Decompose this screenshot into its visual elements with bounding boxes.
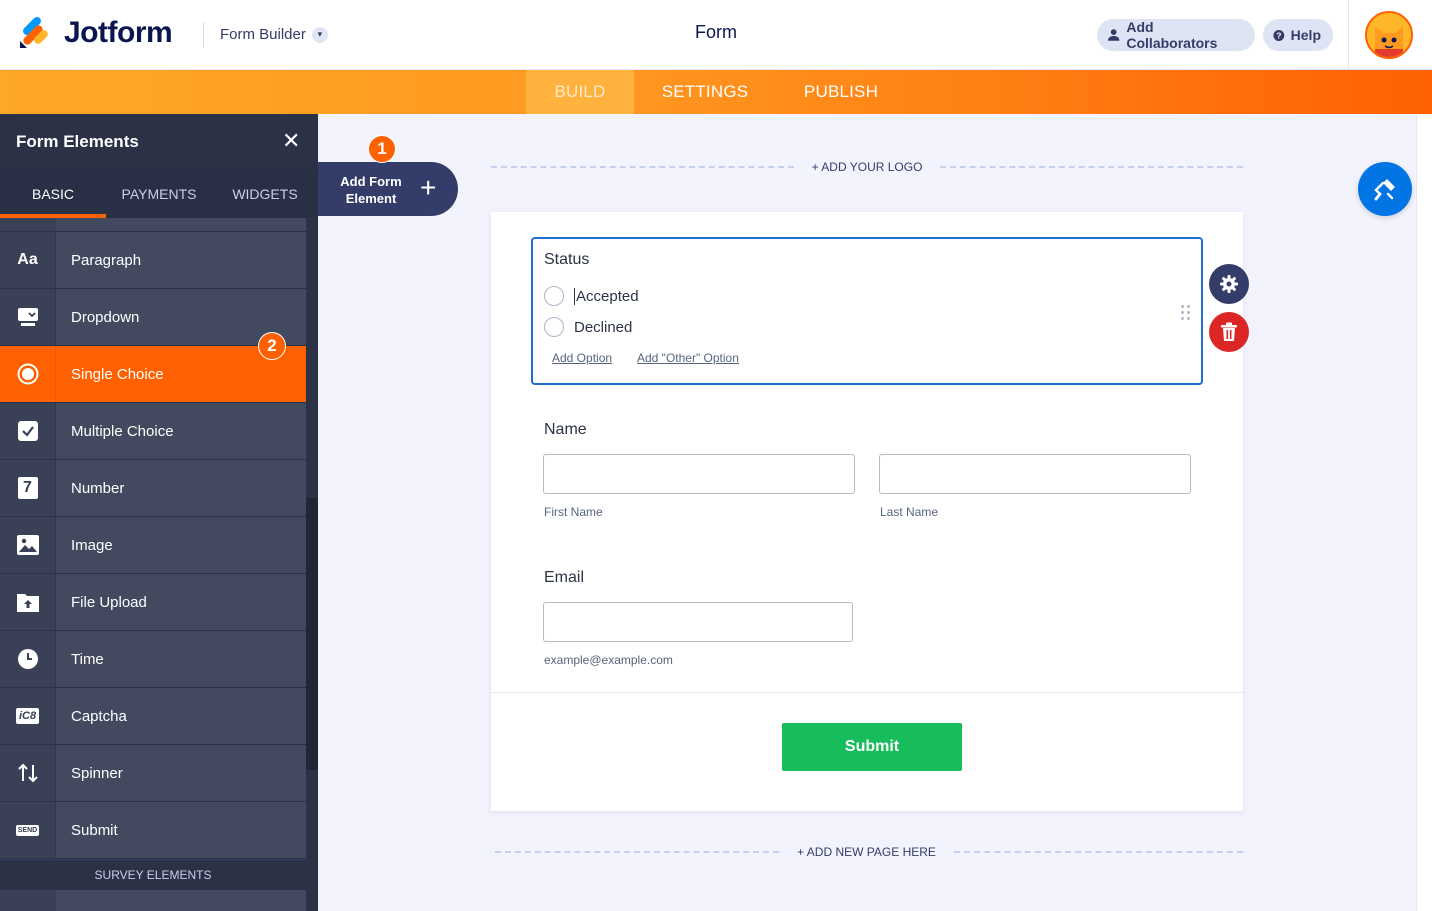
tab-settings[interactable]: SETTINGS — [642, 70, 768, 114]
add-page-row[interactable]: + ADD NEW PAGE HERE — [495, 845, 1243, 859]
tab-widgets[interactable]: WIDGETS — [212, 170, 318, 218]
clock-icon — [0, 631, 56, 687]
spinner-icon — [0, 745, 56, 801]
dropdown-icon — [0, 289, 56, 345]
single-choice-icon — [0, 346, 56, 402]
sidebar-item-number[interactable]: 7 Number — [0, 460, 306, 517]
sidebar-item-label: Captcha — [71, 707, 127, 725]
sidebar-item-submit[interactable]: SEND Submit — [0, 802, 306, 859]
last-name-input[interactable] — [879, 454, 1191, 494]
add-logo-row[interactable]: + ADD YOUR LOGO — [491, 160, 1243, 174]
status-field-selected[interactable]: Status Accepted Declined Add Option Add … — [531, 237, 1203, 385]
file-upload-icon — [0, 574, 56, 630]
step-badge-2: 2 — [258, 332, 286, 360]
radio-option-declined[interactable]: Declined — [544, 317, 632, 337]
top-header: Jotform Form Builder ▾ Form Add Collabor… — [0, 0, 1432, 70]
sidebar-item-multiple-choice[interactable]: Multiple Choice — [0, 403, 306, 460]
radio-button[interactable] — [544, 317, 564, 337]
image-icon — [0, 517, 56, 573]
add-form-element-label: Add Form Element — [340, 174, 402, 206]
panel-title: Form Elements — [16, 132, 139, 151]
scrollbar-thumb[interactable] — [306, 498, 318, 770]
paint-roller-icon — [1374, 179, 1395, 201]
add-page-link[interactable]: + ADD NEW PAGE HERE — [779, 845, 954, 859]
sidebar-item-label: Submit — [71, 821, 118, 839]
first-name-sublabel: First Name — [544, 505, 603, 519]
add-other-option-link[interactable]: Add "Other" Option — [637, 351, 739, 365]
last-name-sublabel: Last Name — [880, 505, 939, 519]
help-button[interactable]: ? Help — [1263, 19, 1333, 51]
sidebar-item-label: Time — [71, 650, 104, 668]
list-item-partial — [0, 890, 306, 911]
radio-option-accepted[interactable]: Accepted — [544, 286, 639, 306]
question-icon: ? — [1273, 29, 1285, 41]
tab-basic[interactable]: BASIC — [0, 170, 106, 218]
close-icon[interactable]: ✕ — [282, 130, 300, 152]
tab-publish[interactable]: PUBLISH — [786, 70, 896, 114]
sidebar-item-spinner[interactable]: Spinner — [0, 745, 306, 802]
sidebar-item-label: Image — [71, 536, 113, 554]
survey-elements-heading: SURVEY ELEMENTS — [0, 860, 306, 890]
sidebar-item-label: File Upload — [71, 593, 147, 611]
tab-payments[interactable]: PAYMENTS — [106, 170, 212, 218]
form-elements-panel: Form Elements ✕ BASIC PAYMENTS WIDGETS A… — [0, 114, 318, 911]
add-form-element-button[interactable]: Add Form Element + — [318, 162, 458, 216]
paragraph-icon: Aa — [0, 232, 56, 288]
sidebar-item-label: Single Choice — [71, 365, 164, 383]
sidebar-item-label: Dropdown — [71, 308, 140, 326]
cat-avatar-icon — [1367, 13, 1411, 57]
svg-text:?: ? — [1276, 30, 1281, 40]
panel-header: Form Elements ✕ — [0, 114, 318, 170]
elements-list: Aa Paragraph Dropdown Single Choice Mult… — [0, 232, 306, 859]
avatar[interactable] — [1365, 11, 1413, 59]
sidebar-item-paragraph[interactable]: Aa Paragraph — [0, 232, 306, 289]
sidebar-item-label: Spinner — [71, 764, 123, 782]
checkbox-icon — [0, 403, 56, 459]
help-label: Help — [1290, 27, 1321, 43]
card-divider — [491, 692, 1243, 693]
option-label[interactable]: Accepted — [574, 287, 639, 305]
panel-tabs: BASIC PAYMENTS WIDGETS — [0, 170, 318, 218]
email-label: Email — [544, 569, 585, 586]
right-scrollbar[interactable] — [1416, 114, 1432, 911]
add-logo-link[interactable]: + ADD YOUR LOGO — [794, 160, 941, 174]
sidebar-item-image[interactable]: Image — [0, 517, 306, 574]
send-icon: SEND — [0, 802, 56, 858]
add-collaborators-label: Add Collaborators — [1126, 19, 1218, 51]
form-card: Status Accepted Declined Add Option Add … — [491, 212, 1243, 811]
builder-nav: BUILD SETTINGS PUBLISH — [0, 70, 1432, 114]
add-option-link[interactable]: Add Option — [552, 351, 612, 365]
name-label: Name — [544, 421, 587, 438]
form-designer-button[interactable] — [1358, 162, 1412, 216]
avatar-area — [1348, 0, 1432, 70]
first-name-input[interactable] — [543, 454, 855, 494]
trash-icon — [1221, 322, 1237, 341]
email-input[interactable] — [543, 602, 853, 642]
captcha-icon: iC8 — [0, 688, 56, 744]
number-icon: 7 — [0, 460, 56, 516]
email-sublabel: example@example.com — [544, 653, 673, 667]
status-label[interactable]: Status — [544, 251, 589, 269]
add-collaborators-button[interactable]: Add Collaborators — [1097, 19, 1255, 51]
radio-button[interactable] — [544, 286, 564, 306]
drag-handle-icon[interactable] — [1181, 305, 1193, 321]
delete-field-button[interactable] — [1209, 312, 1249, 352]
gear-icon — [1220, 275, 1238, 293]
sidebar-item-label: Multiple Choice — [71, 422, 174, 440]
list-item-partial — [0, 218, 306, 232]
sidebar-item-captcha[interactable]: iC8 Captcha — [0, 688, 306, 745]
field-settings-button[interactable] — [1209, 264, 1249, 304]
sidebar-item-label: Paragraph — [71, 251, 142, 269]
step-badge-1: 1 — [368, 135, 396, 163]
user-icon — [1107, 29, 1120, 41]
plus-icon: + — [420, 172, 437, 203]
tab-build[interactable]: BUILD — [526, 70, 634, 114]
option-label[interactable]: Declined — [574, 319, 632, 336]
submit-button[interactable]: Submit — [782, 723, 962, 771]
sidebar-item-file-upload[interactable]: File Upload — [0, 574, 306, 631]
sidebar-item-time[interactable]: Time — [0, 631, 306, 688]
sidebar-item-label: Number — [71, 479, 125, 497]
